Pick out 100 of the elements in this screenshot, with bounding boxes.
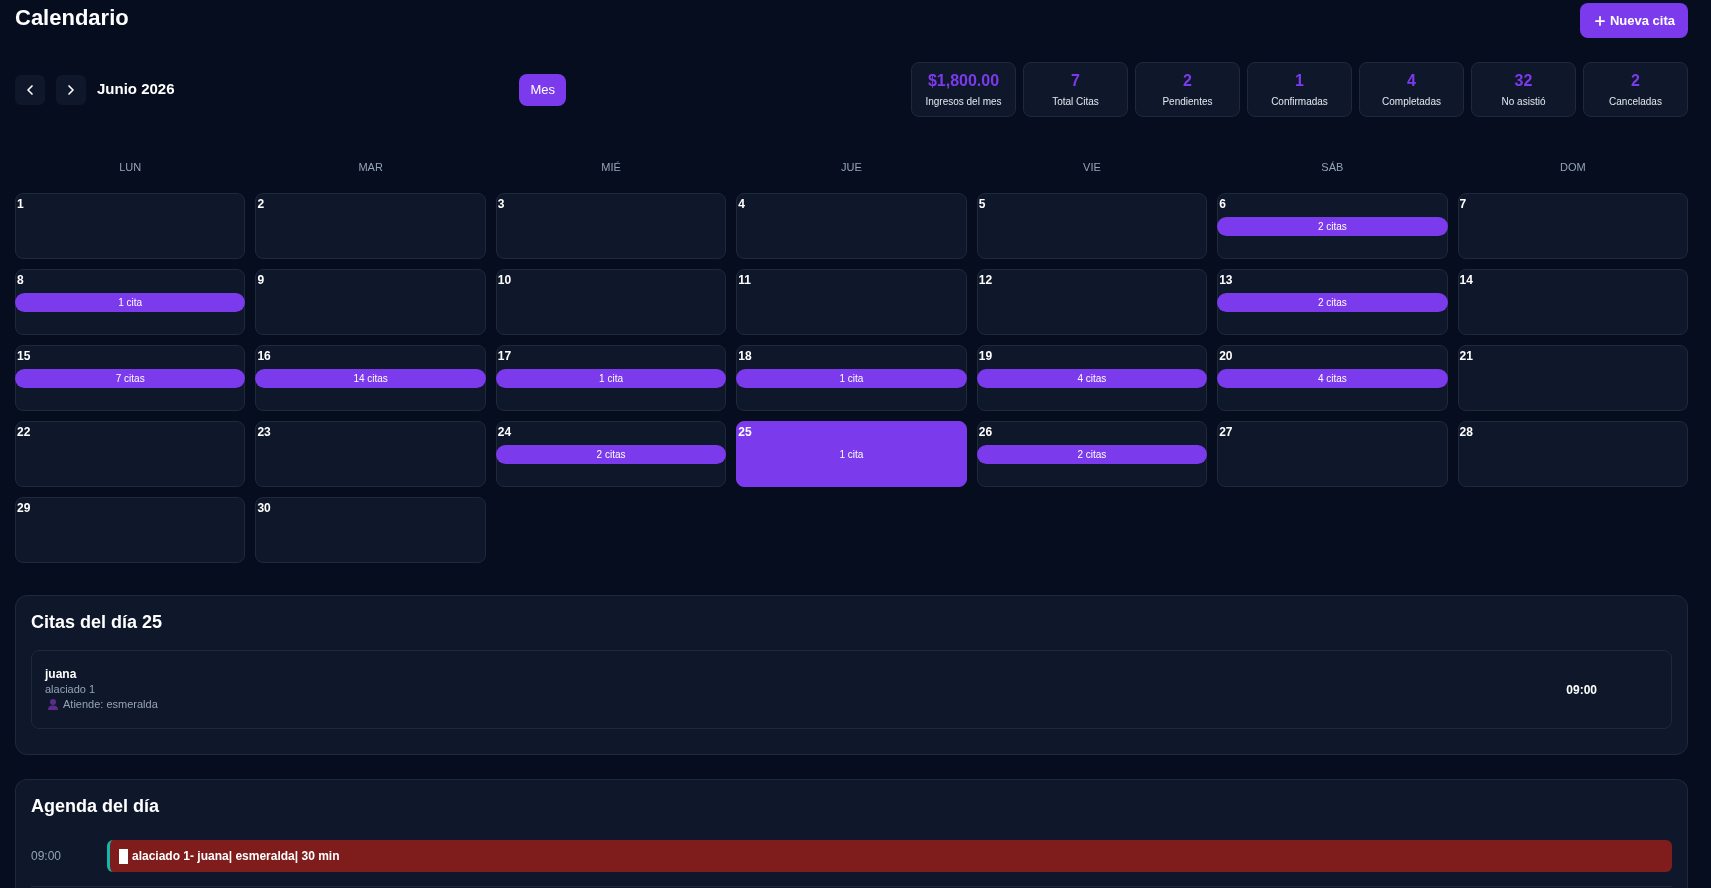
agenda-event[interactable]: alaciado 1- juana| esmeralda| 30 min [107,840,1672,872]
day-cell[interactable]: 5 [976,193,1208,259]
day-cell[interactable]: 22 [15,421,246,487]
weekday-label: LUN [119,160,142,175]
day-cell[interactable]: 12 [976,269,1208,335]
day-cell[interactable]: 23 [255,421,486,487]
previous-month-button[interactable] [15,74,45,105]
day-cell[interactable]: 2 [255,193,486,259]
appointment-time: 09:00 [1566,681,1597,699]
appointment-count-badge: 1 cita [15,293,246,312]
stat-value: $1,800.00 [927,71,1000,91]
day-number: 29 [17,501,31,515]
day-number: 23 [257,425,271,439]
day-number: 13 [1219,273,1233,287]
day-number: 14 [1459,273,1473,287]
day-cell[interactable]: 18 1 cita [736,345,967,411]
day-number: 1 [17,197,24,211]
stat-label: Completadas [1382,95,1441,108]
client-name: juana [45,667,78,682]
day-cell[interactable]: 20 4 citas [1217,345,1448,411]
stat-value: 4 [1407,71,1416,91]
day-cell[interactable]: 13 2 citas [1217,269,1448,335]
day-cell[interactable]: 4 [736,193,967,259]
weekday-label: DOM [1559,160,1586,175]
stat-value: 2 [1631,71,1640,91]
view-tab[interactable]: Mes [519,73,567,106]
day-cell[interactable]: 15 7 citas [15,345,246,411]
day-cell[interactable]: 25 1 cita [736,421,967,487]
stat-label: No asistió [1501,95,1546,108]
day-number: 11 [738,273,751,287]
day-cell[interactable]: 24 2 citas [495,421,727,487]
day-cell[interactable]: 16 14 citas [255,345,486,411]
day-number: 20 [1219,349,1233,363]
appointment-count-badge: 2 citas [976,445,1208,464]
day-number: 22 [17,425,31,439]
day-number: 6 [1219,197,1226,211]
day-cell[interactable]: 26 2 citas [976,421,1208,487]
day-cell[interactable]: 14 [1457,269,1688,335]
month-label: Junio 2026 [97,79,175,100]
day-cell[interactable]: 21 [1457,345,1688,411]
event-text: alaciado 1- juana| esmeralda| 30 min [132,848,340,865]
next-month-button[interactable] [56,74,86,105]
weekday-label: SÁB [1321,160,1344,175]
panel-title: Citas del día 25 [31,611,164,634]
appointment-count-badge: 7 citas [15,369,246,388]
day-cell[interactable]: 6 2 citas [1217,193,1448,259]
weekday-label: JUE [841,160,862,175]
day-number: 26 [978,425,993,439]
day-number: 18 [738,349,752,363]
day-cell[interactable]: 8 1 cita [15,269,246,335]
stat-value: 7 [1071,71,1080,91]
panel-title: Agenda del día [31,795,161,818]
stat-label: Ingresos del mes [925,95,1002,108]
new-appointment-button[interactable]: Nueva cita [1579,3,1688,38]
day-cell[interactable]: 19 4 citas [976,345,1208,411]
day-cell[interactable]: 28 [1457,421,1688,487]
day-cell[interactable]: 3 [495,193,727,259]
person-icon [48,699,58,710]
appointment-count-badge: 2 citas [1217,293,1448,312]
appointment-count-badge: 2 citas [495,445,727,464]
day-cell[interactable]: 9 [255,269,486,335]
day-number: 16 [257,349,271,363]
day-number: 8 [17,273,24,287]
appointment-count-badge: 1 cita [495,369,727,388]
day-cell[interactable]: 11 [736,269,967,335]
day-number: 9 [257,273,265,287]
day-number: 10 [497,273,512,287]
day-number: 5 [978,197,986,211]
day-cell[interactable]: 10 [495,269,727,335]
appointment-count-badge: 4 citas [1217,369,1448,388]
weekday-label: MIÉ [601,160,621,175]
stat-value: 2 [1183,71,1192,91]
day-cell[interactable]: 27 [1217,421,1448,487]
stat-label: Confirmadas [1271,95,1328,108]
stat-value: 32 [1514,71,1533,91]
day-cell[interactable]: 1 [15,193,246,259]
appointment-count-badge: 4 citas [976,369,1208,388]
day-cell[interactable]: 29 [15,497,246,563]
day-number: 7 [1459,197,1467,211]
day-cell[interactable]: 17 1 cita [495,345,727,411]
appointment-count: 1 cita [839,448,864,462]
service-name: alaciado 1 [45,682,97,697]
block-icon [119,848,128,864]
appointment-count-badge: 2 citas [1217,217,1448,236]
weekday-label: VIE [1083,160,1101,175]
stat-label: Canceladas [1609,95,1662,108]
day-number: 15 [17,349,31,363]
stat-label: Total Citas [1052,95,1099,108]
weekday-label: MAR [358,160,383,175]
day-cell[interactable]: 7 [1457,193,1688,259]
day-number: 12 [978,273,993,287]
day-cell[interactable]: 30 [255,497,486,563]
day-number: 24 [497,425,512,439]
appointment-card[interactable]: juana alaciado 1 Atiende: esmeralda 09:00 [31,650,1672,729]
page-title: Calendario [15,4,129,32]
day-number: 2 [257,197,265,211]
day-number: 4 [738,197,745,211]
day-number: 30 [257,501,271,515]
stat-value: 1 [1295,71,1304,91]
plus-icon [1592,13,1607,28]
